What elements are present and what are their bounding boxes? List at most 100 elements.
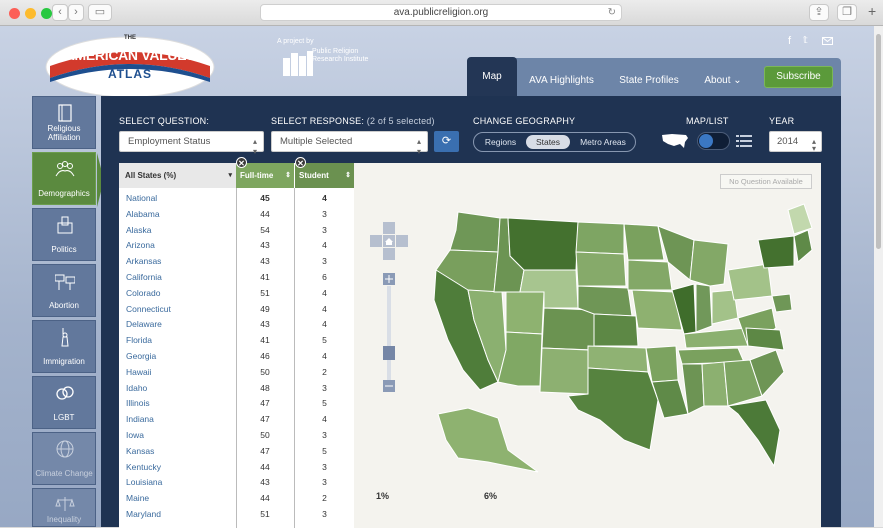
table-row: Kansas 47 5 [119, 444, 354, 460]
state-link[interactable]: California [126, 270, 162, 286]
state-link[interactable]: Indiana [126, 412, 154, 428]
state-link[interactable]: Iowa [126, 428, 144, 444]
topic-sidebar: Religious Affiliation Demographics Polit… [32, 96, 104, 527]
share-icon[interactable]: ⇪ [809, 4, 829, 21]
state-link[interactable]: Maine [126, 491, 149, 507]
state-link[interactable]: Delaware [126, 317, 162, 333]
new-tab-icon[interactable]: + [868, 3, 876, 19]
fulltime-value: 44 [260, 493, 270, 504]
ballot-box-icon [57, 216, 73, 234]
table-row: California 41 6 [119, 270, 354, 286]
sidebar-item-climate-change[interactable]: Climate Change [32, 432, 96, 485]
student-value: 3 [322, 429, 327, 440]
student-value: 3 [322, 224, 327, 235]
sidebar-item-religious-affiliation[interactable]: Religious Affiliation [32, 96, 96, 149]
column-header-fulltime[interactable]: Full-time ⇕ ✕ [236, 157, 294, 188]
reload-icon[interactable]: ↻ [608, 5, 616, 20]
student-value: 2 [322, 366, 327, 377]
sidebar-icon[interactable]: ▭ [88, 4, 112, 21]
close-window-button[interactable] [9, 8, 20, 19]
us-map-icon[interactable] [660, 132, 690, 150]
tab-map[interactable]: Map [467, 57, 517, 96]
sidebar-item-inequality[interactable]: Inequality [32, 488, 96, 527]
zoom-slider-track[interactable] [387, 286, 391, 380]
sort-icon: ⇕ [345, 172, 351, 179]
state-link[interactable]: Kentucky [126, 460, 161, 476]
state-link[interactable]: Connecticut [126, 302, 171, 318]
geo-option-regions[interactable]: Regions [478, 135, 523, 149]
legend-mid: 6% [484, 491, 498, 501]
state-link[interactable]: Idaho [126, 381, 147, 397]
geo-option-metro-areas[interactable]: Metro Areas [573, 135, 633, 149]
logo-main: AMERICAN VALUES [64, 47, 196, 63]
page-scrollbar-thumb[interactable] [876, 34, 881, 249]
pan-down-icon[interactable] [383, 248, 395, 260]
state-link[interactable]: Kansas [126, 444, 154, 460]
us-choropleth-map[interactable] [428, 200, 818, 480]
sidebar-item-lgbt[interactable]: LGBT [32, 376, 96, 429]
geo-option-states[interactable]: States [526, 135, 570, 149]
fulltime-value: 50 [260, 429, 270, 440]
tab-about[interactable]: About ⌄ [695, 66, 751, 96]
year-select[interactable]: 2014 ▴ ▾ [769, 131, 822, 153]
select-caret-icon: ▾ [811, 144, 816, 153]
state-link[interactable]: Florida [126, 333, 152, 349]
project-by[interactable]: A project by Public Religion Research In… [277, 38, 387, 78]
email-icon[interactable] [822, 37, 833, 45]
facebook-icon[interactable]: f [788, 35, 791, 47]
year-label: YEAR [769, 116, 795, 126]
response-select[interactable]: Multiple Selected ▴ ▾ [271, 131, 428, 156]
map-list-toggle[interactable] [697, 132, 730, 150]
minimize-window-button[interactable] [25, 8, 36, 19]
remove-column-icon[interactable]: ✕ [295, 157, 306, 168]
pan-left-icon[interactable] [370, 235, 382, 247]
table-row: Florida 41 5 [119, 333, 354, 349]
tabs-icon[interactable]: ❐ [837, 4, 857, 21]
refresh-button[interactable]: ⟳ [434, 131, 459, 152]
state-link[interactable]: Illinois [126, 396, 150, 412]
sidebar-item-label: Immigration [43, 357, 85, 366]
sort-icon: ⇕ [285, 172, 291, 179]
sidebar-item-immigration[interactable]: Immigration [32, 320, 96, 373]
state-link[interactable]: Alaska [126, 223, 152, 239]
table-row: Maine 44 2 [119, 491, 354, 507]
subscribe-button[interactable]: Subscribe [764, 66, 833, 88]
sidebar-item-abortion[interactable]: Abortion [32, 264, 96, 317]
state-link[interactable]: National [126, 191, 157, 207]
state-link[interactable]: Arkansas [126, 254, 161, 270]
sidebar-item-demographics[interactable]: Demographics [32, 152, 104, 207]
zoom-window-button[interactable] [41, 8, 52, 19]
address-bar[interactable]: ava.publicreligion.org ↻ [260, 4, 622, 21]
student-value: 5 [322, 398, 327, 409]
state-link[interactable]: Colorado [126, 286, 161, 302]
sidebar-item-label: Abortion [49, 301, 79, 310]
list-icon[interactable] [736, 134, 752, 148]
sidebar-item-label: Politics [51, 245, 77, 254]
back-icon[interactable]: ‹ [52, 4, 68, 21]
zoom-slider-handle[interactable] [383, 346, 395, 360]
question-select[interactable]: Employment Status ▴ ▾ [119, 131, 264, 156]
pan-up-icon[interactable] [383, 222, 395, 234]
column-header-student[interactable]: Student ⇕ ✕ [295, 157, 354, 188]
state-link[interactable]: Georgia [126, 349, 156, 365]
tab-ava-highlights[interactable]: AVA Highlights [523, 66, 600, 96]
alaska-shape[interactable] [437, 407, 539, 473]
remove-column-icon[interactable]: ✕ [236, 157, 247, 168]
tab-state-profiles[interactable]: State Profiles [612, 66, 686, 96]
state-link[interactable]: Alabama [126, 207, 160, 223]
state-link[interactable]: Arizona [126, 238, 155, 254]
student-value: 2 [322, 493, 327, 504]
toggle-knob [699, 134, 713, 148]
refresh-icon: ⟳ [441, 135, 452, 147]
state-link[interactable]: Louisiana [126, 475, 162, 491]
state-link[interactable]: Hawaii [126, 365, 152, 381]
forward-icon[interactable]: › [68, 4, 84, 21]
column-header-state[interactable]: All States (%) ▾ [119, 163, 236, 188]
pan-right-icon[interactable] [396, 235, 408, 247]
sidebar-item-politics[interactable]: Politics [32, 208, 96, 261]
twitter-icon[interactable]: 𝕥 [803, 35, 808, 46]
geography-label: CHANGE GEOGRAPHY [473, 116, 576, 126]
sort-icon: ▾ [228, 172, 232, 179]
state-link[interactable]: Maryland [126, 507, 161, 523]
logo-the: THE [124, 35, 136, 41]
